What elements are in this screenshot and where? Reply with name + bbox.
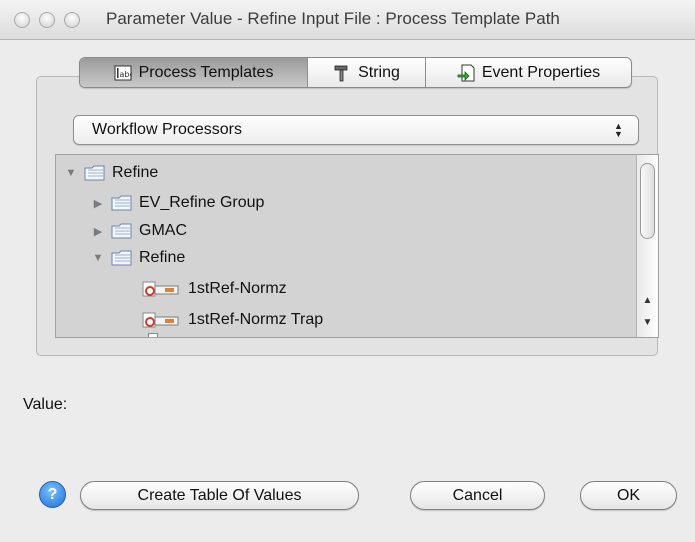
tab-process-templates[interactable]: abc Process Templates	[80, 58, 308, 87]
select-value: Workflow Processors	[92, 121, 242, 138]
tab-label: String	[358, 63, 400, 81]
tree-item[interactable]: ▶ GMAC	[91, 218, 187, 244]
category-select[interactable]: Workflow Processors ▲ ▼	[73, 115, 639, 145]
tree-item[interactable]: ▶ EV_Refine Group	[91, 190, 265, 216]
folder-icon	[84, 164, 106, 182]
tree-item-label: Refine	[139, 249, 186, 266]
window-title: Parameter Value - Refine Input File : Pr…	[106, 9, 560, 28]
tab-label: Process Templates	[138, 63, 274, 81]
close-window-button[interactable]	[14, 12, 30, 28]
folder-icon	[111, 222, 133, 240]
disclosure-expanded-icon[interactable]: ▼	[64, 167, 78, 179]
abc-field-icon: abc	[114, 64, 133, 82]
processor-icon	[142, 311, 180, 329]
vertical-scrollbar[interactable]: ▲ ▼	[636, 155, 658, 337]
tree-item[interactable]: 1stRef-Normz	[142, 276, 287, 302]
help-button[interactable]: ?	[39, 481, 66, 508]
title-bar: Parameter Value - Refine Input File : Pr…	[0, 0, 695, 40]
tree-item[interactable]: ▼ Refine	[91, 245, 186, 271]
tab-string[interactable]: String	[308, 58, 426, 87]
value-label: Value:	[23, 396, 68, 413]
disclosure-collapsed-icon[interactable]: ▶	[91, 197, 105, 210]
svg-text:abc: abc	[119, 70, 132, 79]
tree-item-label: GMAC	[139, 222, 187, 239]
disclosure-expanded-icon[interactable]: ▼	[91, 252, 105, 264]
tab-bar: abc Process Templates String Event Prope…	[79, 57, 632, 88]
document-arrow-icon	[457, 64, 475, 82]
updown-arrows-icon: ▲ ▼	[614, 121, 623, 139]
create-table-of-values-button[interactable]: Create Table Of Values	[80, 481, 359, 510]
ok-button[interactable]: OK	[580, 481, 677, 510]
tree-item-label: EV_Refine Group	[139, 194, 265, 211]
scroll-up-arrow-icon[interactable]: ▲	[637, 291, 658, 311]
tree-item-label: Refine	[112, 164, 159, 181]
processor-icon	[142, 280, 180, 298]
partial-item-icon	[148, 333, 158, 337]
hammer-icon	[333, 64, 351, 82]
tree-item-label: 1stRef-Normz	[188, 280, 287, 297]
folder-icon	[111, 194, 133, 212]
minimize-window-button[interactable]	[39, 12, 55, 28]
disclosure-collapsed-icon[interactable]: ▶	[91, 225, 105, 238]
scroll-down-arrow-icon[interactable]: ▼	[637, 313, 658, 333]
tab-label: Event Properties	[481, 63, 601, 81]
folder-icon	[111, 249, 133, 267]
cancel-button[interactable]: Cancel	[410, 481, 545, 510]
tab-event-properties[interactable]: Event Properties	[426, 58, 631, 87]
tree-item[interactable]: ▼ Refine	[64, 160, 159, 186]
tree-item[interactable]: 1stRef-Normz Trap	[142, 307, 323, 333]
template-tree[interactable]: ▼ Refine ▶ EV_Refine Group ▶ GMAC ▼ Refi…	[55, 154, 659, 338]
tree-item-label: 1stRef-Normz Trap	[188, 311, 324, 328]
scroll-thumb[interactable]	[640, 163, 655, 239]
zoom-window-button[interactable]	[64, 12, 80, 28]
